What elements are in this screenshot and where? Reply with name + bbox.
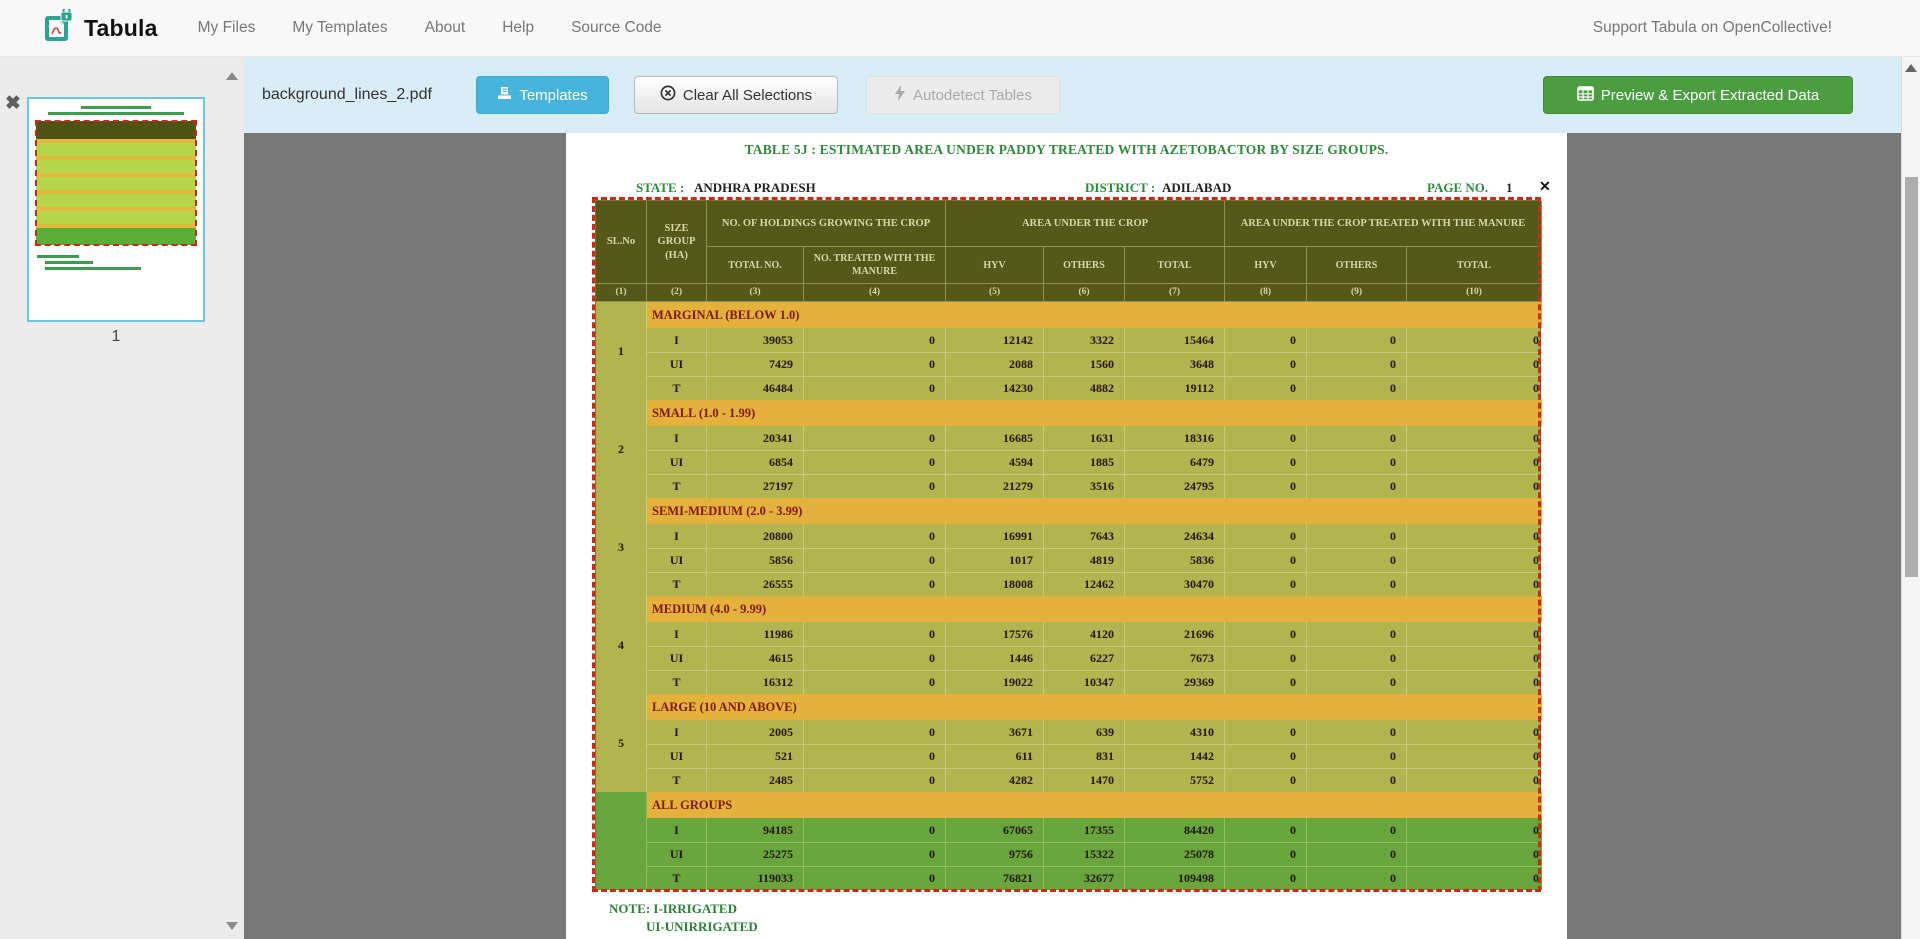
table-grid-icon [1577,86,1594,105]
nav-links: My Files My Templates About Help Source … [198,19,662,37]
support-link[interactable]: Support Tabula on OpenCollective! [1593,19,1920,37]
nav-item-about[interactable]: About [425,19,466,37]
pdf-table-title: TABLE 5J : ESTIMATED AREA UNDER PADDY TR… [566,142,1567,158]
clear-selections-icon [660,85,676,105]
thumb-note-line [45,267,141,270]
lightning-icon [894,85,906,105]
page-thumbnail[interactable] [27,97,205,322]
brand-name: Tabula [84,15,158,42]
nav-item-source-code[interactable]: Source Code [571,19,661,37]
page-no-value: 1 [1506,180,1513,196]
district-value: ADILABAD [1162,180,1231,196]
brand[interactable]: Tabula [44,9,158,48]
nav-item-help[interactable]: Help [502,19,534,37]
autodetect-tables-button[interactable]: Autodetect Tables [866,76,1060,114]
state-label: STATE : [636,180,684,196]
nav-item-my-files[interactable]: My Files [198,19,256,37]
pdf-viewport: TABLE 5J : ESTIMATED AREA UNDER PADDY TR… [244,133,1901,939]
thumb-table [36,121,196,245]
main-scrollbar[interactable] [1901,57,1920,939]
templates-button[interactable]: Templates [476,76,609,114]
clear-all-selections-button[interactable]: Clear All Selections [634,76,838,114]
tabula-app: Tabula My Files My Templates About Help … [0,0,1920,939]
templates-icon [497,86,512,104]
clear-all-selections-label: Clear All Selections [683,87,812,104]
autodetect-tables-label: Autodetect Tables [913,87,1032,104]
tabula-logo-icon [44,9,74,48]
selection-close-icon[interactable]: ✕ [1539,179,1551,193]
toolbar: background_lines_2.pdf Templates Clear A… [244,57,1901,133]
pdf-page-canvas[interactable]: TABLE 5J : ESTIMATED AREA UNDER PADDY TR… [566,133,1567,939]
thumb-note-line [45,261,93,264]
open-filename: background_lines_2.pdf [262,57,432,133]
thumb-note-line [37,255,79,258]
sidebar-scroll-up-icon[interactable] [226,72,238,80]
selection-box[interactable] [592,197,1541,892]
thumbnail-page-number: 1 [27,328,205,346]
preview-export-label: Preview & Export Extracted Data [1601,87,1819,104]
district-label: DISTRICT : [1085,180,1155,196]
scrollbar-up-icon[interactable] [1905,64,1917,72]
remove-file-icon[interactable]: ✖ [5,94,21,113]
nav-item-my-templates[interactable]: My Templates [292,19,387,37]
scrollbar-thumb[interactable] [1905,177,1918,577]
thumb-subtitle-line [48,112,184,115]
page-no-label: PAGE NO. [1427,180,1488,196]
sidebar-scroll-down-icon[interactable] [226,922,238,930]
state-value: ANDHRA PRADESH [694,180,816,196]
templates-label: Templates [519,87,587,104]
pdf-note-line-2: UI-UNIRRIGATED [646,919,758,935]
thumb-title-line [81,106,151,109]
pdf-note-line-1: NOTE: I-IRRIGATED [609,901,737,917]
navbar: Tabula My Files My Templates About Help … [0,0,1920,57]
preview-export-button[interactable]: Preview & Export Extracted Data [1543,76,1853,114]
thumb-selection-box [35,120,197,246]
